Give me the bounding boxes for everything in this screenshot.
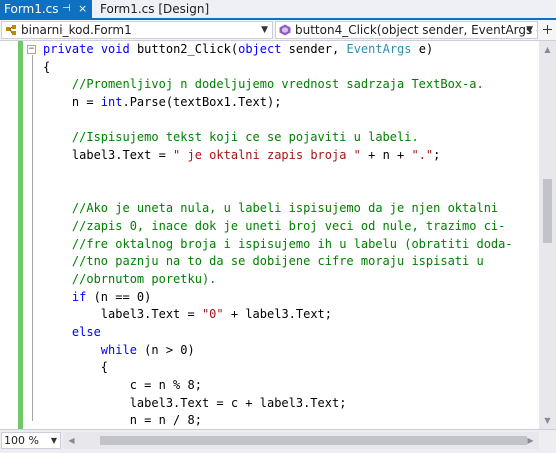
class-dropdown-value: binarni_kod.Form1 (21, 23, 132, 37)
chevron-down-icon: ▼ (261, 25, 268, 35)
editor-bottom-bar: 100 % ▼ ◀ ▶ (0, 429, 556, 453)
code-line: label3.Text = "0" + label3.Text; (43, 307, 333, 322)
code-line: { (43, 59, 51, 74)
scroll-left-icon[interactable]: ◀ (63, 432, 80, 449)
code-line: n = n / 8; (43, 413, 202, 428)
class-dropdown[interactable]: binarni_kod.Form1 ▼ (1, 21, 273, 39)
code-line: if (n == 0) (71, 289, 152, 304)
code-line-empty (43, 112, 513, 130)
code-comment-line: //obrnutom poretku). (43, 271, 217, 286)
code-line: label3.Text = " je oktalni zapis broja "… (43, 148, 441, 163)
chevron-down-icon: ▼ (526, 25, 533, 35)
member-dropdown-value: button4_Click(object sender, EventArgs e… (295, 23, 538, 37)
code-comment-line: //Ako je uneta nula, u labeli ispisujemo… (43, 201, 499, 216)
code-line: while (n > 0) (100, 342, 195, 357)
code-line-empty (43, 165, 513, 183)
split-window-button[interactable] (541, 23, 554, 37)
horizontal-scroll-thumb[interactable] (100, 436, 527, 445)
method-icon (279, 24, 291, 36)
close-icon[interactable]: × (78, 0, 87, 18)
vertical-scrollbar[interactable]: ▲ ▼ (539, 41, 556, 429)
scroll-right-icon[interactable]: ▶ (522, 432, 539, 449)
zoom-dropdown[interactable]: 100 % ▼ (1, 432, 61, 449)
code-line: { (43, 360, 109, 375)
tab-label: Form1.cs [Design] (100, 2, 210, 16)
plus-icon (543, 25, 552, 34)
code-line: else (71, 325, 101, 339)
scroll-down-icon[interactable]: ▼ (539, 412, 556, 429)
change-tracking-bar (18, 41, 23, 429)
class-icon (6, 25, 16, 35)
code-line: private void button2_Click(object sender… (43, 42, 434, 56)
code-comment-line: //tno paznju na to da se dobijene cifre … (43, 254, 484, 269)
member-dropdown[interactable]: button4_Click(object sender, EventArgs e… (275, 21, 538, 39)
collapse-icon[interactable]: − (27, 45, 36, 54)
code-comment-line: //Ispisujemo tekst koji ce se pojaviti u… (43, 130, 419, 145)
tab-form1-cs[interactable]: Form1.cs ⊣ × (0, 0, 92, 18)
tab-form1-design[interactable]: Form1.cs [Design] (96, 0, 230, 18)
code-line: c = n % 8; (43, 378, 202, 393)
code-line: label3.Text = c + label3.Text; (43, 395, 347, 410)
zoom-value: 100 % (4, 434, 39, 447)
code-line: n = int.Parse(textBox1.Text); (43, 95, 282, 110)
code-editor[interactable]: − private void button2_Click(object send… (0, 41, 539, 429)
navigation-bar: binarni_kod.Form1 ▼ button4_Click(object… (0, 20, 556, 41)
vertical-scroll-thumb[interactable] (543, 179, 552, 243)
tab-label: Form1.cs (4, 2, 59, 16)
document-tab-bar: Form1.cs ⊣ × Form1.cs [Design] (0, 0, 556, 20)
horizontal-scrollbar[interactable]: ◀ ▶ (63, 432, 539, 449)
code-line-empty (43, 183, 513, 201)
code-comment-line: //zapis 0, inace dok je uneti broj veci … (43, 218, 506, 233)
code-comment-line: //Promenljivoj n dodeljujemo vrednost sa… (43, 77, 484, 92)
pin-icon[interactable]: ⊣ (62, 0, 71, 18)
scroll-up-icon[interactable]: ▲ (539, 41, 556, 58)
outline-line (32, 55, 33, 421)
chevron-down-icon: ▼ (50, 436, 57, 445)
code-text[interactable]: private void button2_Click(object sender… (43, 41, 513, 429)
code-comment-line: //fre oktalnog broja i ispisujemo ih u l… (43, 236, 513, 251)
